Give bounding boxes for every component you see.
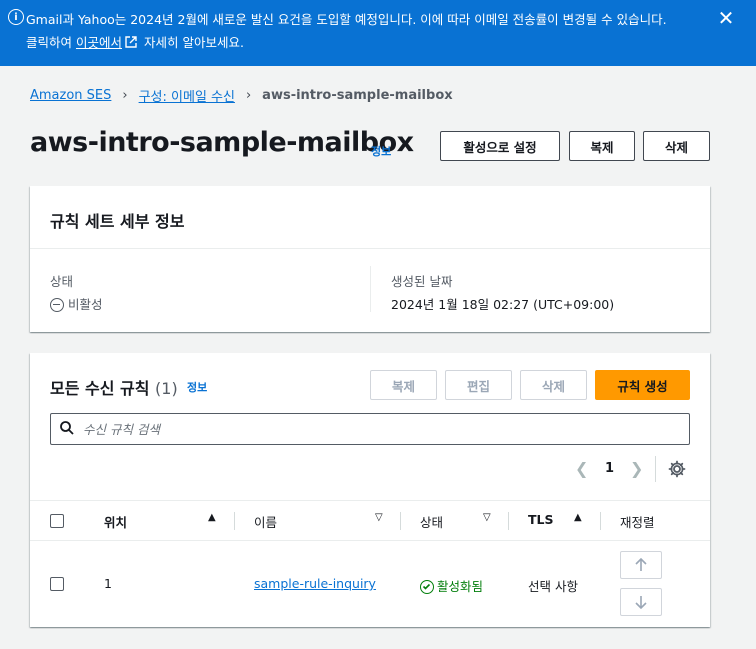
sort-ascending-icon[interactable]: ▲ [208,512,216,523]
search-input[interactable] [83,419,673,439]
rules-count: (1) [155,379,178,398]
move-down-button[interactable] [620,588,662,616]
arrow-up-icon [635,558,647,571]
create-rule-button[interactable]: 규칙 생성 [595,370,690,400]
column-divider [234,512,235,530]
column-header-reorder: 재정렬 [620,515,655,530]
column-header-name[interactable]: 이름 [254,512,277,531]
table-top-divider [30,500,710,501]
delete-rule-button[interactable]: 삭제 [520,370,587,400]
edit-rule-button[interactable]: 편집 [445,370,512,400]
title-info-link[interactable]: 정보 [371,143,391,159]
copy-rule-button[interactable]: 복제 [370,370,437,400]
banner-message-line2: 클릭하여 이곳에서 자세히 알아보세요. [26,35,244,50]
column-header-status[interactable]: 상태 [420,512,443,531]
table-header-divider [30,540,710,541]
breadcrumb-separator-icon: › [122,88,128,103]
inactive-status-icon [50,298,64,312]
gear-icon[interactable] [668,460,686,478]
rules-info-link[interactable]: 정보 [187,379,207,395]
check-circle-icon [420,580,434,594]
breadcrumb-amazon-ses[interactable]: Amazon SES [30,88,111,103]
select-all-checkbox[interactable] [50,514,64,528]
column-divider [508,512,509,530]
rule-set-details-panel: 규칙 세트 세부 정보 상태 비활성 생성된 날짜 2024년 1월 18일 0… [30,186,710,332]
created-date-label: 생성된 날짜 [391,274,453,289]
status-label: 상태 [50,274,74,289]
set-active-button[interactable]: 활성으로 설정 [440,131,560,161]
arrow-down-icon [635,596,647,609]
announcement-banner: i Gmail과 Yahoo는 2024년 2월에 새로운 발신 요건을 도입할… [0,0,756,66]
search-field [50,413,690,445]
sort-descending-icon[interactable]: ▽ [483,512,491,523]
rules-panel-title: 모든 수신 규칙 (1) [50,379,178,398]
close-banner-button[interactable]: ✕ [716,8,736,28]
sort-descending-icon[interactable]: ▽ [375,512,383,523]
rule-status: 활성화됨 [420,576,483,595]
search-icon [60,421,74,435]
external-link-icon [125,36,137,48]
pager-divider [655,456,656,482]
move-up-button[interactable] [620,551,662,579]
created-date-value: 2024년 1월 18일 02:27 (UTC+09:00) [391,297,615,312]
sort-ascending-icon[interactable]: ▲ [574,512,582,523]
divider [30,248,710,249]
banner-learn-more-link[interactable]: 이곳에서 [76,35,122,50]
status-value: 비활성 [50,294,103,313]
row-checkbox[interactable] [50,577,64,591]
banner-message: Gmail과 Yahoo는 2024년 2월에 새로운 발신 요건을 도입할 예… [26,12,667,27]
rule-name-link[interactable]: sample-rule-inquiry [254,576,376,591]
breadcrumb-email-receiving[interactable]: 구성: 이메일 수신 [139,86,235,105]
column-divider [370,266,371,312]
column-header-tls[interactable]: TLS [528,512,554,527]
breadcrumb-separator-icon: › [245,88,252,103]
column-header-position[interactable]: 위치 [104,512,127,531]
breadcrumb-current: aws-intro-sample-mailbox [262,88,453,103]
details-panel-title: 규칙 세트 세부 정보 [50,212,185,231]
chevron-right-icon[interactable]: ❯ [630,459,643,478]
page-number[interactable]: 1 [605,461,614,476]
page-title: aws-intro-sample-mailbox [30,127,414,158]
breadcrumb: Amazon SES › 구성: 이메일 수신 › aws-intro-samp… [30,86,453,105]
column-divider [400,512,401,530]
rule-position: 1 [104,576,112,591]
delete-rule-set-button[interactable]: 삭제 [643,131,710,161]
copy-rule-set-button[interactable]: 복제 [569,131,635,161]
info-icon: i [8,9,24,25]
rule-tls: 선택 사항 [528,579,578,594]
chevron-left-icon[interactable]: ❮ [575,459,588,478]
column-divider [600,512,601,530]
